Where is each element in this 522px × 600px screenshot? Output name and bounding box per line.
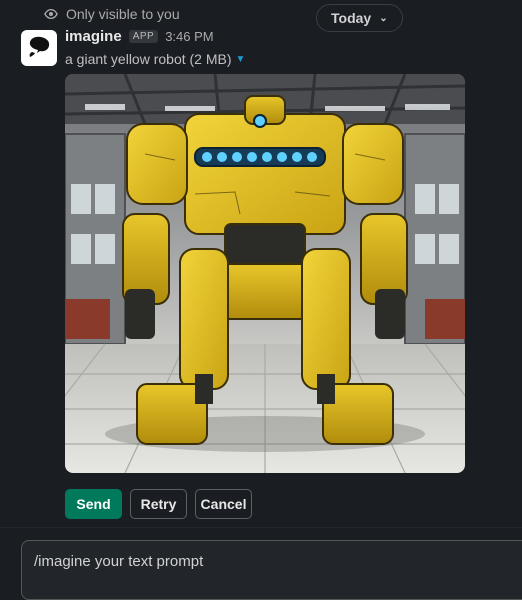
divider <box>0 527 522 528</box>
app-badge: APP <box>128 30 159 43</box>
cancel-button[interactable]: Cancel <box>195 489 252 519</box>
yellow-robot-image <box>65 74 465 473</box>
retry-button[interactable]: Retry <box>130 489 187 519</box>
date-label: Today <box>331 10 372 26</box>
message-time[interactable]: 3:46 PM <box>165 29 213 44</box>
chevron-down-icon: ⌄ <box>379 12 388 24</box>
app-name[interactable]: imagine <box>65 28 122 45</box>
date-divider-button[interactable]: Today ⌄ <box>316 4 403 32</box>
send-button[interactable]: Send <box>65 489 122 519</box>
visibility-notice: Only visible to you <box>44 6 180 22</box>
message-composer[interactable]: /imagine your text prompt <box>21 540 522 600</box>
speech-bubble-icon <box>29 36 50 57</box>
visibility-text: Only visible to you <box>66 6 180 22</box>
eye-icon <box>44 8 58 20</box>
caret-down-icon[interactable]: ▼ <box>236 54 246 65</box>
file-name: a giant yellow robot (2 MB) <box>65 51 232 67</box>
file-label[interactable]: a giant yellow robot (2 MB) ▼ <box>65 51 245 67</box>
action-buttons: Send Retry Cancel <box>65 489 252 519</box>
composer-text: /imagine your text prompt <box>34 553 204 570</box>
avatar[interactable] <box>21 30 57 66</box>
message-header: imagine APP 3:46 PM <box>65 28 214 45</box>
generated-image[interactable] <box>65 74 465 473</box>
